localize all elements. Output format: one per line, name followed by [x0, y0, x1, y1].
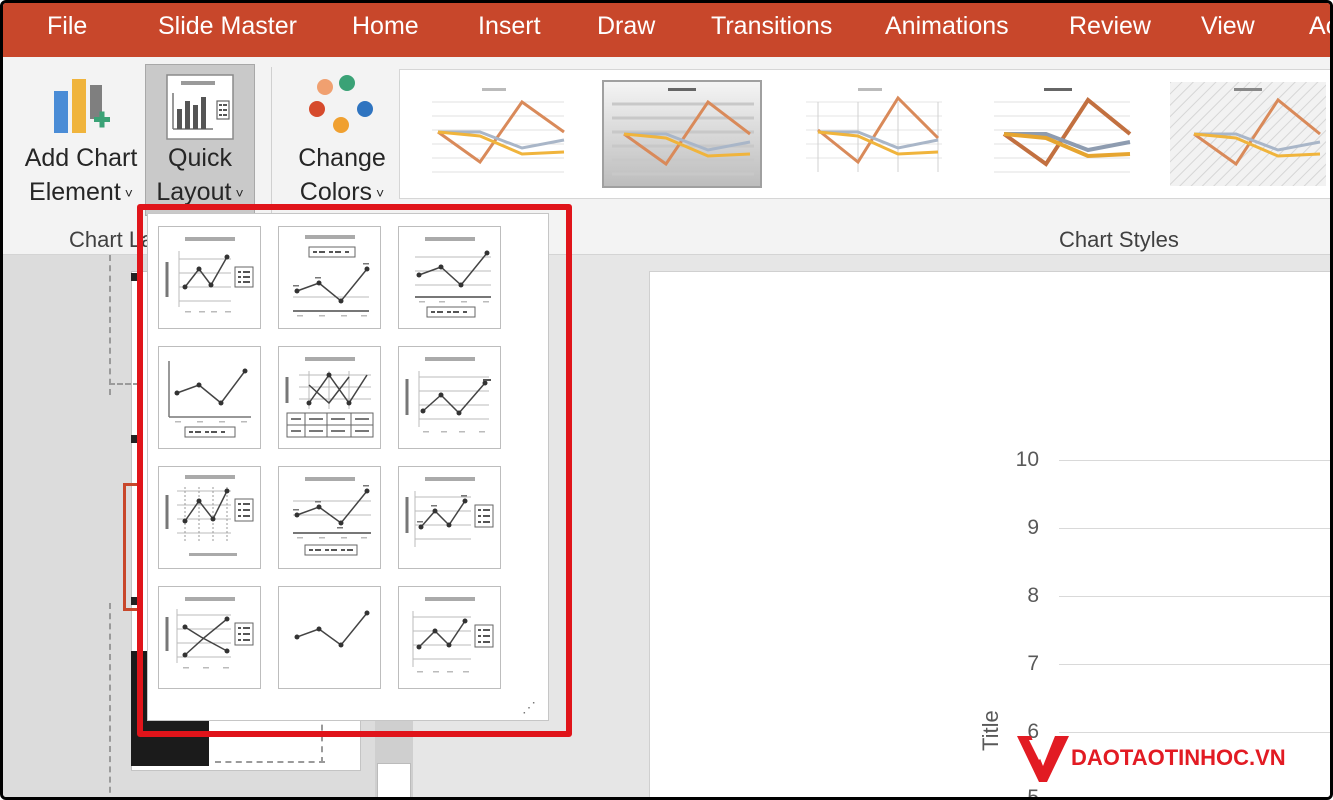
placeholder-border: [109, 383, 139, 385]
scrollbar-thumb[interactable]: [377, 763, 411, 797]
gridline: [1059, 460, 1330, 461]
tab-slide-master[interactable]: Slide Master: [158, 12, 297, 41]
watermark-text: DAOTAOTINHOC.VN: [1071, 745, 1286, 770]
placeholder-border: [215, 761, 325, 763]
y-axis-tick: 10: [1015, 448, 1039, 471]
quick-layout-content[interactable]: Quick Layout ˅: [145, 73, 255, 210]
gridline: [1059, 664, 1330, 665]
add-chart-element-label-1: Add Chart: [24, 144, 138, 172]
palette-icon: [309, 75, 373, 133]
gridline: [1059, 528, 1330, 529]
chart-style-1[interactable]: [414, 82, 570, 186]
add-chart-element-icon: [54, 79, 110, 133]
tab-insert[interactable]: Insert: [478, 12, 541, 41]
quick-layout-label-1: Quick: [168, 144, 232, 172]
chevron-down-icon: ˅: [376, 185, 385, 202]
change-colors-label-1: Change: [298, 144, 386, 172]
chart-style-3[interactable]: [792, 82, 948, 186]
powerpoint-window: File Slide Master Home Insert Draw Trans…: [0, 0, 1333, 800]
gridline: [1059, 596, 1330, 597]
tab-draw[interactable]: Draw: [597, 12, 655, 41]
group-label-chart-styles: Chart Styles: [1059, 227, 1179, 252]
selected-thumbnail-marker: [123, 483, 137, 611]
tab-file[interactable]: File: [47, 12, 87, 41]
tab-view[interactable]: View: [1201, 12, 1255, 41]
highlight-box: [137, 204, 572, 737]
quick-layout-icon: [166, 74, 234, 140]
chevron-down-icon: ˅: [124, 185, 133, 202]
placeholder-border: [109, 603, 111, 797]
tab-review[interactable]: Review: [1069, 12, 1151, 41]
y-axis-tick: 5: [1027, 786, 1039, 800]
chart-style-4[interactable]: [980, 82, 1136, 186]
y-axis-tick: 9: [1027, 516, 1039, 539]
daotaotinhoc-logo-icon: [1017, 736, 1069, 782]
y-axis-tick: 8: [1027, 584, 1039, 607]
chart-style-2[interactable]: [602, 80, 762, 188]
y-axis-tick: 7: [1027, 652, 1039, 675]
change-colors-button[interactable]: Change Colors ˅: [287, 73, 397, 210]
add-chart-element-label-2: Element ˅: [29, 178, 133, 206]
add-chart-element-button[interactable]: Add Chart Element ˅: [17, 73, 145, 210]
tab-home[interactable]: Home: [352, 12, 419, 41]
chart-styles-gallery: [399, 69, 1330, 199]
placeholder-border: [109, 255, 111, 395]
tab-transitions[interactable]: Transitions: [711, 12, 832, 41]
tab-add-ins[interactable]: Ac: [1309, 12, 1330, 41]
axis-title[interactable]: Title: [978, 710, 1004, 751]
chart-style-5[interactable]: [1170, 82, 1326, 186]
gridline: [1059, 732, 1330, 733]
ribbon-tab-bar: File Slide Master Home Insert Draw Trans…: [3, 3, 1330, 57]
tab-animations[interactable]: Animations: [885, 12, 1009, 41]
chevron-down-icon: ˅: [235, 185, 244, 202]
